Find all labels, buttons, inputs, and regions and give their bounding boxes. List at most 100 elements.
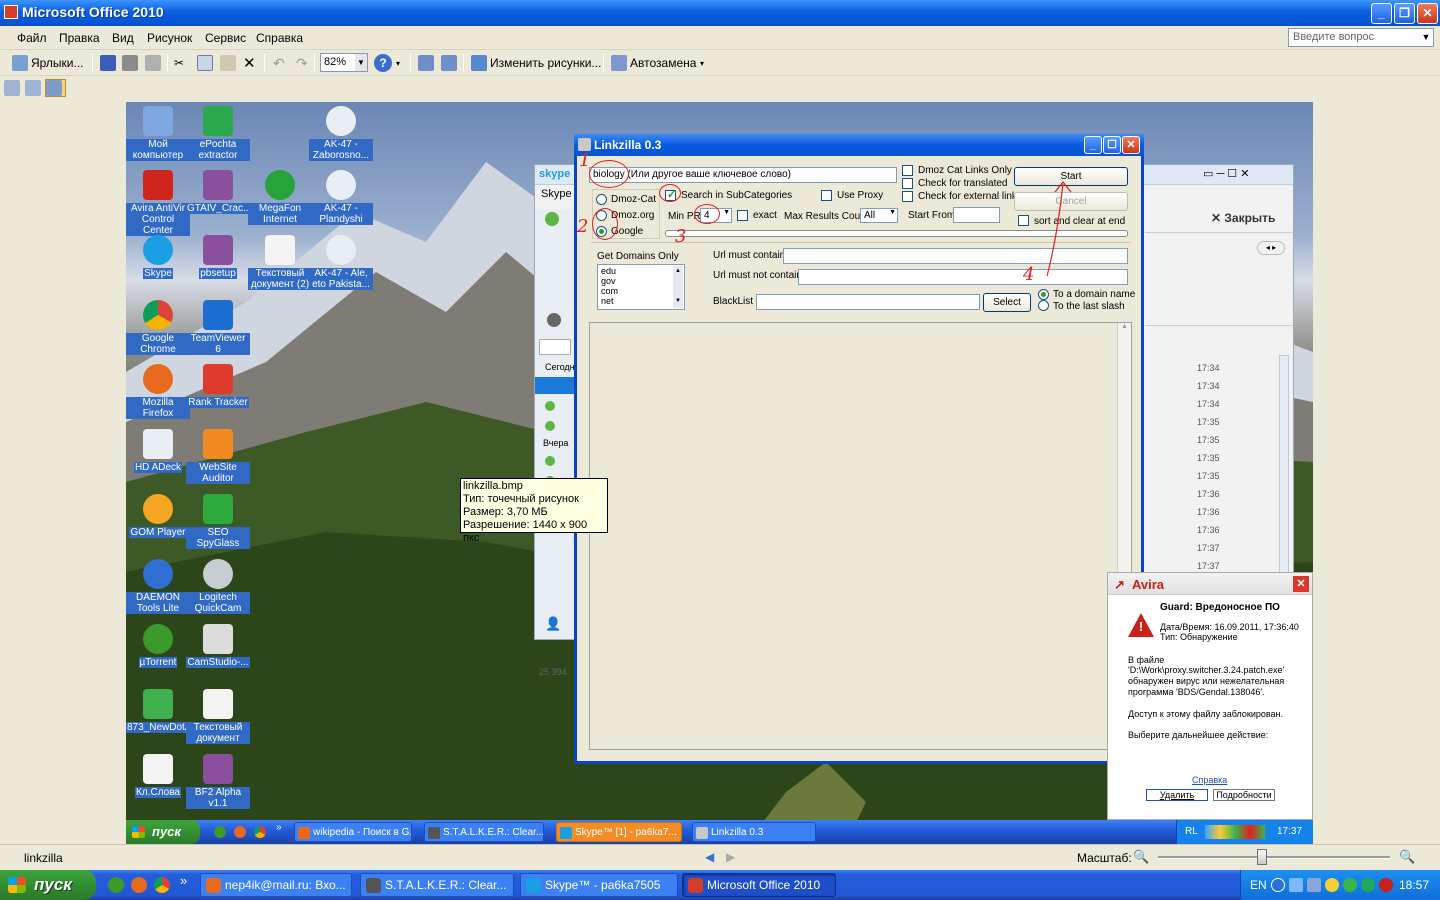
inner-start-button[interactable]: пуск [126, 820, 200, 844]
status-icon[interactable] [545, 212, 559, 226]
utorrent-quicklaunch-icon[interactable] [214, 826, 226, 838]
close-button[interactable]: ✕ [1417, 3, 1438, 24]
quicklaunch-more-icon[interactable]: » [180, 873, 187, 888]
desktop-icon-camstudio[interactable]: CamStudio-... [186, 624, 250, 668]
next-image-icon[interactable]: ▶ [726, 850, 735, 864]
url-must-not-contain-input[interactable] [798, 269, 1128, 285]
domains-list[interactable]: edu gov com net ▲ ▼ [597, 264, 685, 310]
desktop-icon-text-doc-2[interactable]: Текстовый документ (2) [248, 235, 312, 290]
save-button[interactable] [100, 54, 119, 72]
start-button[interactable]: пуск [0, 870, 96, 900]
chrome-quicklaunch-icon[interactable] [154, 877, 170, 893]
firefox-quicklaunch-icon[interactable] [234, 826, 246, 838]
domains-scrollbar[interactable]: ▲ ▼ [673, 266, 683, 308]
avira-help-link[interactable]: Справка [1192, 775, 1227, 786]
help-button[interactable]: ? [374, 54, 392, 72]
chevron-down-icon[interactable]: ▼ [889, 209, 896, 216]
lang-indicator[interactable]: EN [1250, 878, 1267, 892]
rotate-right-button[interactable] [441, 54, 460, 72]
desktop-icon-my-computer[interactable]: Мой компьютер [126, 106, 190, 161]
desktop-icon-teamviewer[interactable]: TeamViewer 6 [186, 300, 250, 355]
restore-button[interactable]: ❐ [1394, 3, 1415, 24]
select-button[interactable]: Select [983, 293, 1031, 312]
desktop-icon-pbsetup[interactable]: pbsetup [186, 235, 250, 279]
inner-task-skype[interactable]: Skype™ [1] - pa6ka7... [556, 822, 682, 842]
avira-close-button[interactable]: ✕ [1293, 576, 1309, 592]
minimize-button[interactable]: _ [1371, 3, 1392, 24]
results-area[interactable]: ▲ [589, 322, 1132, 750]
inner-task-stalker[interactable]: S.T.A.L.K.E.R.: Clear... [424, 822, 544, 842]
print-button[interactable] [122, 54, 141, 72]
keyword-input[interactable]: biology (Или другое ваше ключевое слово) [589, 167, 897, 183]
mail-icon[interactable] [1325, 878, 1339, 892]
desktop-icon-seo-spyglass[interactable]: SEO SpyGlass [186, 494, 250, 549]
add-contact-icon[interactable]: 👤 [545, 616, 561, 631]
copy-button[interactable] [197, 54, 216, 72]
scroll-up-icon[interactable]: ▲ [1118, 323, 1131, 330]
inner-lang-indicator[interactable]: RL [1185, 826, 1198, 837]
skype-scrollbar[interactable] [1279, 355, 1289, 575]
avira-tray-icon[interactable] [1379, 878, 1393, 892]
check-translated-checkbox[interactable] [902, 178, 913, 189]
max-results-select[interactable]: All ▼ [860, 208, 898, 223]
chevron-down-icon[interactable]: ▼ [1419, 29, 1433, 46]
zoom-out-icon[interactable]: 🔍 [1133, 849, 1149, 865]
exact-checkbox[interactable] [737, 210, 748, 221]
menu-help[interactable]: Справка [256, 31, 303, 45]
list-item[interactable]: com [601, 286, 681, 296]
menu-file[interactable]: Файл [17, 31, 47, 45]
zoom-in-icon[interactable]: 🔍 [1399, 849, 1415, 865]
list-item[interactable]: net [601, 296, 681, 306]
menu-picture[interactable]: Рисунок [147, 31, 192, 45]
network-icon[interactable] [1289, 878, 1303, 892]
desktop-icon-hd-adeck[interactable]: HD ADeck [126, 429, 190, 473]
lz-close-button[interactable]: ✕ [1122, 136, 1140, 154]
filmstrip-view-button[interactable] [25, 79, 44, 97]
teamviewer-tray-icon[interactable] [1307, 878, 1321, 892]
use-proxy-checkbox[interactable] [821, 190, 832, 201]
skype-search-input[interactable] [539, 339, 571, 355]
dmoz-cat-radio[interactable] [596, 194, 607, 205]
desktop-icon-firefox[interactable]: Mozilla Firefox [126, 364, 190, 419]
redo-button[interactable]: ↷ [296, 54, 308, 72]
task-office[interactable]: Microsoft Office 2010 [682, 873, 836, 897]
lz-maximize-button[interactable]: ☐ [1103, 136, 1121, 154]
to-domain-radio[interactable] [1038, 289, 1049, 300]
desktop-icon-ak47-ale[interactable]: AK-47 - Ale, eto Pakista... [309, 235, 373, 290]
task-mail[interactable]: nep4ik@mail.ru: Вхо... [200, 873, 352, 897]
preview-button[interactable] [145, 54, 164, 72]
desktop-icon-chrome[interactable]: Google Chrome [126, 300, 190, 355]
tray-expand-icon[interactable] [1271, 878, 1285, 892]
paste-button[interactable] [220, 54, 239, 72]
desktop-icon-ak47-plandyshi[interactable]: AK-47 - Plandyshi [309, 170, 373, 225]
list-item[interactable]: gov [601, 276, 681, 286]
zoom-select[interactable]: 82% ▼ [320, 53, 368, 72]
desktop-icon-rank-tracker[interactable]: Rank Tracker [186, 364, 250, 408]
menu-view[interactable]: Вид [112, 31, 134, 45]
check-external-checkbox[interactable] [902, 191, 913, 202]
zoom-slider[interactable] [1158, 856, 1390, 859]
skype-menu-skype[interactable]: Skype [541, 188, 572, 200]
task-stalker[interactable]: S.T.A.L.K.E.R.: Clear... [360, 873, 514, 897]
desktop-icon-gtaiv[interactable]: GTAIV_Crac... [186, 170, 253, 214]
utorrent-tray-icon[interactable] [1361, 878, 1375, 892]
lz-minimize-button[interactable]: _ [1084, 136, 1102, 154]
undo-button[interactable]: ↶ [273, 54, 285, 72]
cut-button[interactable]: ✂ [174, 54, 184, 72]
thumbnails-view-button[interactable] [4, 79, 23, 97]
inner-task-wikipedia[interactable]: wikipedia - Поиск в G... [294, 822, 412, 842]
tray-icons[interactable] [1205, 825, 1265, 839]
shortcuts-button[interactable]: Ярлыки... [12, 54, 84, 72]
desktop-icon-megafon[interactable]: MegaFon Internet [248, 170, 312, 225]
autocorrect-button[interactable]: Автозамена [611, 54, 696, 72]
desktop-icon-skype[interactable]: Skype [126, 235, 190, 279]
desktop-icon-bf2-alpha[interactable]: BF2 Alpha v1.1 [186, 754, 250, 809]
desktop-icon-logitech[interactable]: Logitech QuickCam [186, 559, 250, 614]
contacts-icon[interactable] [547, 313, 561, 327]
to-last-slash-radio[interactable] [1038, 300, 1049, 311]
inner-task-linkzilla[interactable]: Linkzilla 0.3 [692, 822, 816, 842]
avira-details-button[interactable]: Подробности [1213, 789, 1275, 801]
toolbar-options-button[interactable]: ▾ [396, 54, 400, 72]
menu-edit[interactable]: Правка [59, 31, 100, 45]
start-from-input[interactable] [953, 207, 1000, 223]
